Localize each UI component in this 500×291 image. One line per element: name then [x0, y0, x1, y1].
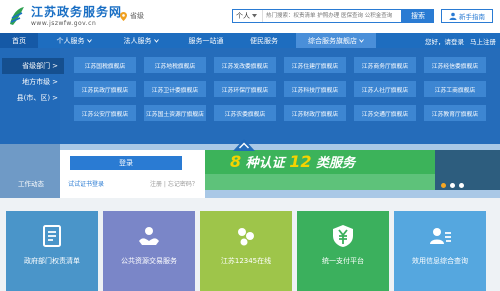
- flagship-store-link[interactable]: 江苏住建厅旗舰店: [284, 57, 346, 73]
- tile-label: 公共资源交易服务: [121, 257, 177, 265]
- tile-label: 江苏12345在线: [220, 257, 272, 265]
- flagship-store-link[interactable]: 江苏国土资源厅旗舰店: [144, 105, 206, 121]
- chevron-down-icon: [153, 38, 159, 43]
- banner-slogan: 8 种认证 12 类服务: [230, 152, 355, 171]
- account-links: 您好，请登录 马上注册: [425, 33, 496, 48]
- menu-side-categories: 省级部门 > 地方市级 > 县(市、区) >: [2, 58, 64, 106]
- slogan-text-1: 种认证: [245, 156, 285, 171]
- tile-public-resources[interactable]: 公共资源交易服务: [103, 211, 195, 291]
- banner-promo-strip-lower: [205, 174, 435, 190]
- chevron-right-icon: >: [52, 94, 58, 102]
- flagship-store-link[interactable]: 江苏公安厅旗舰店: [74, 105, 136, 121]
- login-link[interactable]: 您好，请登录: [425, 36, 464, 46]
- chevron-right-icon: >: [52, 78, 58, 86]
- yuan-shield-icon: [333, 225, 353, 247]
- flagship-store-link[interactable]: 江苏财政厅旗舰店: [284, 105, 346, 121]
- nav-label: 法人服务: [123, 36, 152, 45]
- flagship-store-link[interactable]: 江苏发改委旗舰店: [214, 57, 276, 73]
- nav-convenience[interactable]: 便民服务: [240, 33, 288, 48]
- slogan-number-1: 8: [230, 152, 242, 171]
- flagship-store-link[interactable]: 江苏国税旗舰店: [74, 57, 136, 73]
- nav-label: 综合服务旗舰店: [308, 36, 357, 45]
- menu-category-label: 省级部门: [22, 62, 51, 70]
- flagship-store-grid: 江苏国税旗舰店 江苏地税旗舰店 江苏发改委旗舰店 江苏住建厅旗舰店 江苏商务厅旗…: [74, 57, 486, 121]
- flagship-store-link[interactable]: 江苏卫计委旗舰店: [144, 81, 206, 97]
- slogan-text-2: 类服务: [316, 156, 356, 171]
- nav-label: 个人服务: [56, 36, 85, 45]
- tile-12345-online[interactable]: 江苏12345在线: [200, 211, 292, 291]
- tile-unified-payment[interactable]: 统一支付平台: [297, 211, 389, 291]
- nav-home-label: 首页: [12, 36, 26, 45]
- chevron-right-icon: >: [52, 62, 58, 70]
- user-card-icon: [430, 228, 451, 244]
- tile-label: 政府部门权责清单: [24, 257, 80, 265]
- user-guide-icon: [449, 12, 457, 20]
- guide-button[interactable]: 新手指南: [441, 9, 493, 23]
- logo-icon[interactable]: [7, 4, 27, 28]
- map-pin-icon: [120, 11, 127, 21]
- flagship-store-link[interactable]: 江苏农委旗舰店: [214, 105, 276, 121]
- flagship-store-link[interactable]: 江苏科技厅旗舰店: [284, 81, 346, 97]
- menu-category-provincial[interactable]: 省级部门 >: [2, 58, 64, 74]
- main-nav: 首页 个人服务 法人服务 服务一站通 便民服务 综合服务旗舰店 您好，请登录 马…: [0, 33, 500, 48]
- tile-responsibility-list[interactable]: 政府部门权责清单: [6, 211, 98, 291]
- carousel-dots: [441, 183, 464, 188]
- carousel-dot[interactable]: [450, 183, 455, 188]
- chevron-down-icon: [359, 38, 364, 43]
- flagship-store-link[interactable]: 江苏教育厅旗舰店: [424, 105, 486, 121]
- flagship-store-link[interactable]: 江苏商务厅旗舰店: [354, 57, 416, 73]
- site-header: 江苏政务服务网 www.jszwfw.gov.cn 省级 个人 搜索 新手指南: [0, 0, 500, 33]
- carousel-dot[interactable]: [441, 183, 446, 188]
- nav-personal-services[interactable]: 个人服务: [38, 33, 110, 48]
- work-news-label[interactable]: 工作动态: [18, 178, 44, 188]
- nav-label: 服务一站通: [188, 36, 224, 45]
- document-list-icon: [43, 225, 61, 247]
- carousel-dot[interactable]: [459, 183, 464, 188]
- site-url: www.jszwfw.gov.cn: [31, 20, 97, 27]
- menu-category-label: 地方市级: [22, 78, 51, 86]
- forgot-password-link[interactable]: 注册 | 忘记密码？: [150, 179, 198, 188]
- flagship-store-link[interactable]: 江苏人社厅旗舰店: [354, 81, 416, 97]
- tile-label: 效用信息综合查询: [412, 257, 468, 265]
- cert-login-link[interactable]: 试试证书登录: [68, 179, 104, 188]
- guide-button-label: 新手指南: [459, 13, 485, 21]
- register-link[interactable]: 马上注册: [470, 36, 496, 46]
- site-name[interactable]: 江苏政务服务网: [31, 3, 122, 20]
- flagship-store-link[interactable]: 江苏工商旗舰店: [424, 81, 486, 97]
- menu-category-county[interactable]: 县(市、区) >: [2, 90, 64, 106]
- location-selector[interactable]: 省级: [120, 11, 144, 21]
- menu-category-city[interactable]: 地方市级 >: [2, 74, 64, 90]
- tile-label: 统一支付平台: [322, 257, 364, 265]
- tile-info-query[interactable]: 效用信息综合查询: [394, 211, 486, 291]
- flagship-store-link[interactable]: 江苏经信委旗舰店: [424, 57, 486, 73]
- nav-one-stop[interactable]: 服务一站通: [172, 33, 240, 48]
- menu-category-label: 县(市、区): [16, 94, 51, 102]
- flagship-store-link[interactable]: 江苏民政厅旗舰店: [74, 81, 136, 97]
- handshake-icon: [139, 227, 159, 245]
- nav-flagship-stores[interactable]: 综合服务旗舰店: [296, 33, 376, 48]
- people-icon: [238, 228, 254, 246]
- location-label: 省级: [130, 12, 144, 20]
- search-scope-label: 个人: [236, 12, 250, 20]
- chevron-down-icon: [252, 14, 257, 18]
- nav-legal-services[interactable]: 法人服务: [110, 33, 172, 48]
- flagship-store-link[interactable]: 江苏地税旗舰店: [144, 57, 206, 73]
- nav-label: 便民服务: [250, 36, 278, 45]
- flagship-store-link[interactable]: 江苏交通厅旗舰店: [354, 105, 416, 121]
- search-button[interactable]: 搜索: [402, 9, 434, 23]
- collapse-menu-icon[interactable]: [233, 139, 255, 151]
- slogan-number-2: 12: [289, 152, 312, 171]
- nav-home[interactable]: 首页: [0, 33, 38, 48]
- search-box: 个人: [232, 9, 402, 23]
- flagship-dropdown-menu: 省级部门 > 地方市级 > 县(市、区) > 江苏国税旗舰店 江苏地税旗舰店 江…: [0, 48, 500, 144]
- chevron-down-icon: [86, 38, 92, 43]
- login-button[interactable]: 登录: [70, 156, 182, 170]
- search-input[interactable]: [263, 10, 401, 22]
- search-scope-select[interactable]: 个人: [233, 10, 263, 22]
- flagship-store-link[interactable]: 江苏环保厅旗舰店: [214, 81, 276, 97]
